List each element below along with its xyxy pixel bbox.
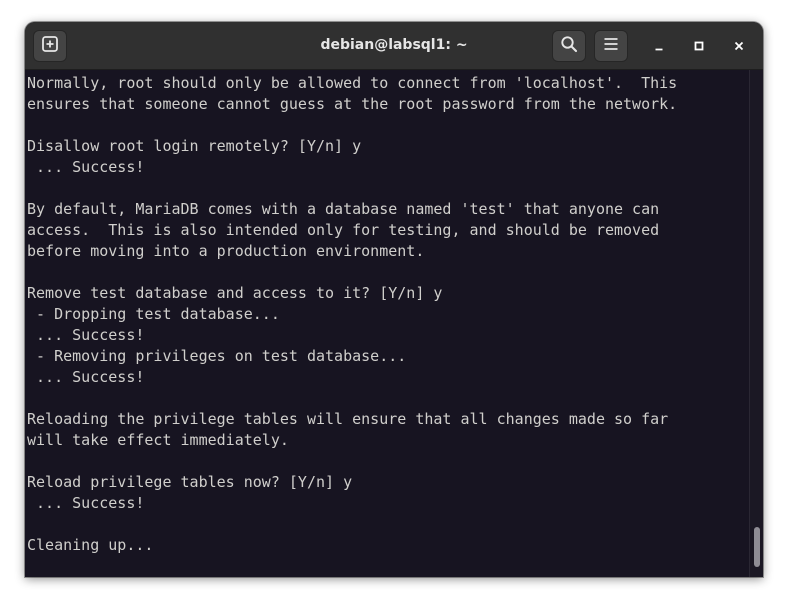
menu-button[interactable] [594, 30, 628, 62]
new-tab-button[interactable] [33, 30, 67, 62]
scrollbar-thumb[interactable] [754, 527, 760, 567]
vertical-scrollbar[interactable] [749, 70, 763, 577]
hamburger-menu-icon [602, 35, 620, 57]
new-tab-icon [41, 35, 59, 57]
terminal-line: By default, MariaDB comes with a databas… [27, 200, 660, 218]
terminal-line: ensures that someone cannot guess at the… [27, 95, 678, 113]
terminal-line: Disallow root login remotely? [Y/n] y [27, 137, 362, 155]
terminal-line: Cleaning up... [27, 536, 154, 554]
minimize-button[interactable] [647, 34, 671, 58]
terminal-output[interactable]: Normally, root should only be allowed to… [25, 70, 749, 577]
terminal-line: ... Success! [27, 368, 145, 386]
maximize-button[interactable] [687, 34, 711, 58]
terminal-line: ... Success! [27, 326, 145, 344]
terminal-line: access. This is also intended only for t… [27, 221, 660, 239]
search-icon [560, 35, 578, 57]
terminal-line: will take effect immediately. [27, 431, 289, 449]
terminal-line: Remove test database and access to it? [… [27, 284, 443, 302]
close-button[interactable] [727, 34, 751, 58]
minimize-icon [653, 37, 665, 56]
terminal-line: ... Success! [27, 158, 145, 176]
search-button[interactable] [552, 30, 586, 62]
terminal-line: - Dropping test database... [27, 305, 280, 323]
terminal-line: - Removing privileges on test database..… [27, 347, 407, 365]
maximize-icon [693, 37, 705, 56]
terminal-window: debian@labsql1: ~ Normally, root should … [25, 22, 763, 577]
terminal-text: Normally, root should only be allowed to… [27, 73, 677, 556]
header-bar[interactable]: debian@labsql1: ~ [25, 22, 763, 70]
terminal-line: Reloading the privilege tables will ensu… [27, 410, 669, 428]
terminal-line: ... Success! [27, 494, 145, 512]
close-icon [733, 37, 745, 56]
terminal-line: Normally, root should only be allowed to… [27, 74, 678, 92]
terminal-line: Reload privilege tables now? [Y/n] y [27, 473, 353, 491]
terminal-line: before moving into a production environm… [27, 242, 425, 260]
